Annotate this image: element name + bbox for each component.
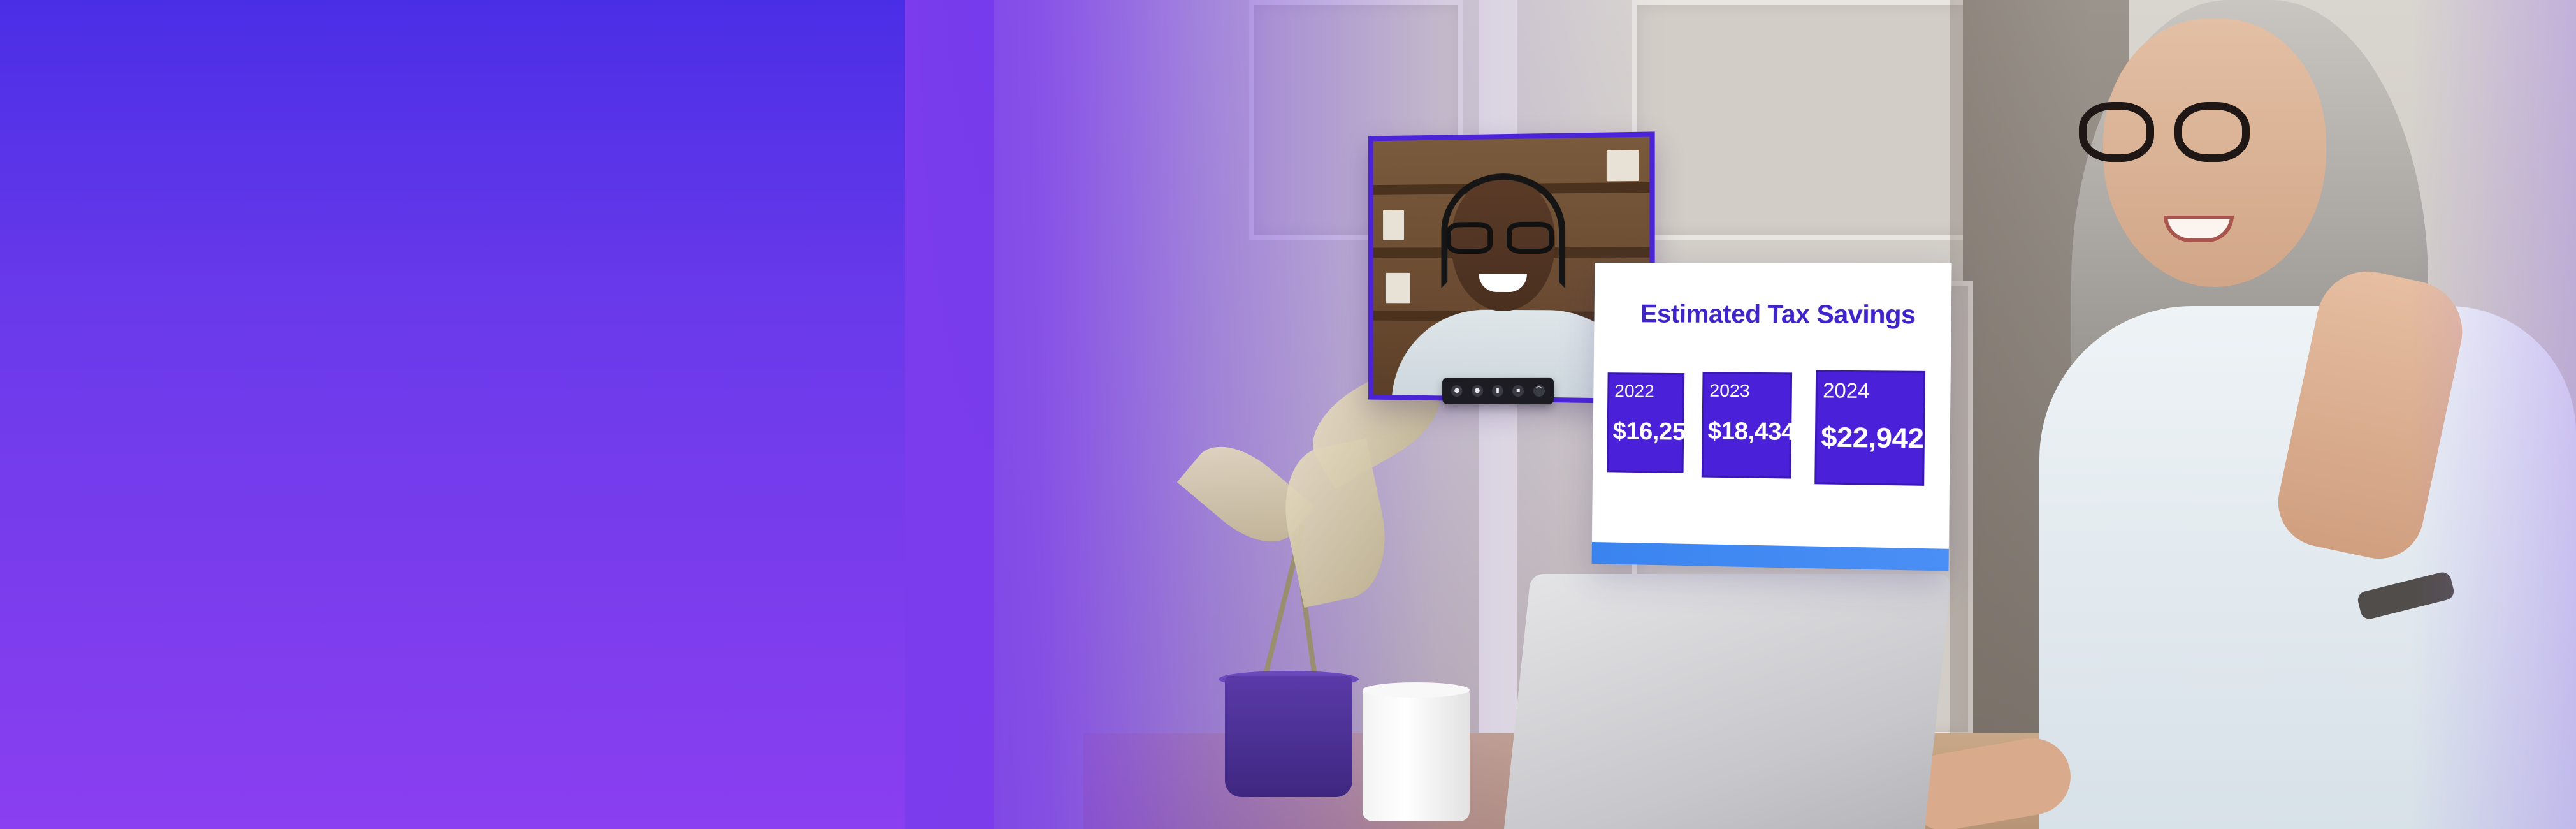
caller-glasses (1446, 221, 1560, 256)
tax-tile-2023: 2023 $18,434 (1701, 372, 1795, 479)
right-edge-tint (2410, 0, 2576, 829)
tax-savings-title: Estimated Tax Savings (1640, 300, 1916, 330)
plant-pot (1225, 676, 1352, 797)
hero-banner: ● ● ▮ ▪ ⌒ Estimated Tax Savings 2022 $16… (0, 0, 2576, 829)
glasses-lens (2174, 102, 2250, 162)
tax-tile-year: 2022 (1614, 381, 1654, 401)
tax-tile-value: $18,434 (1707, 417, 1795, 446)
chat-icon[interactable]: ▪ (1512, 385, 1524, 397)
glasses-lens (1446, 222, 1493, 254)
tax-tile-year: 2023 (1709, 380, 1750, 401)
video-camera-icon[interactable]: ● (1451, 385, 1463, 397)
wall-panel (1632, 0, 1973, 240)
tax-tile-year: 2024 (1822, 378, 1870, 403)
tax-tile-value: $16,251 (1612, 418, 1699, 446)
screen-share-icon[interactable]: ▮ (1492, 385, 1503, 397)
woman-glasses (2079, 102, 2289, 166)
laptop (1504, 574, 1952, 829)
book (1606, 150, 1639, 182)
tax-tile-2022: 2022 $16,251 (1607, 372, 1699, 474)
microphone-icon[interactable]: ● (1472, 385, 1483, 397)
hang-up-icon[interactable]: ⌒ (1533, 385, 1545, 397)
tax-savings-card: Estimated Tax Savings 2022 $16,251 2023 … (1591, 262, 1952, 571)
glasses-lens (1507, 221, 1554, 254)
white-cup (1363, 687, 1470, 821)
book (1385, 272, 1410, 304)
glasses-lens (2079, 102, 2154, 162)
call-controls-bar: ● ● ▮ ▪ ⌒ (1442, 377, 1554, 405)
book (1383, 210, 1404, 240)
tax-tile-value: $22,942 (1820, 421, 1924, 455)
cup-rim (1363, 682, 1470, 698)
tax-tile-2024: 2024 $22,942 (1814, 370, 1926, 486)
